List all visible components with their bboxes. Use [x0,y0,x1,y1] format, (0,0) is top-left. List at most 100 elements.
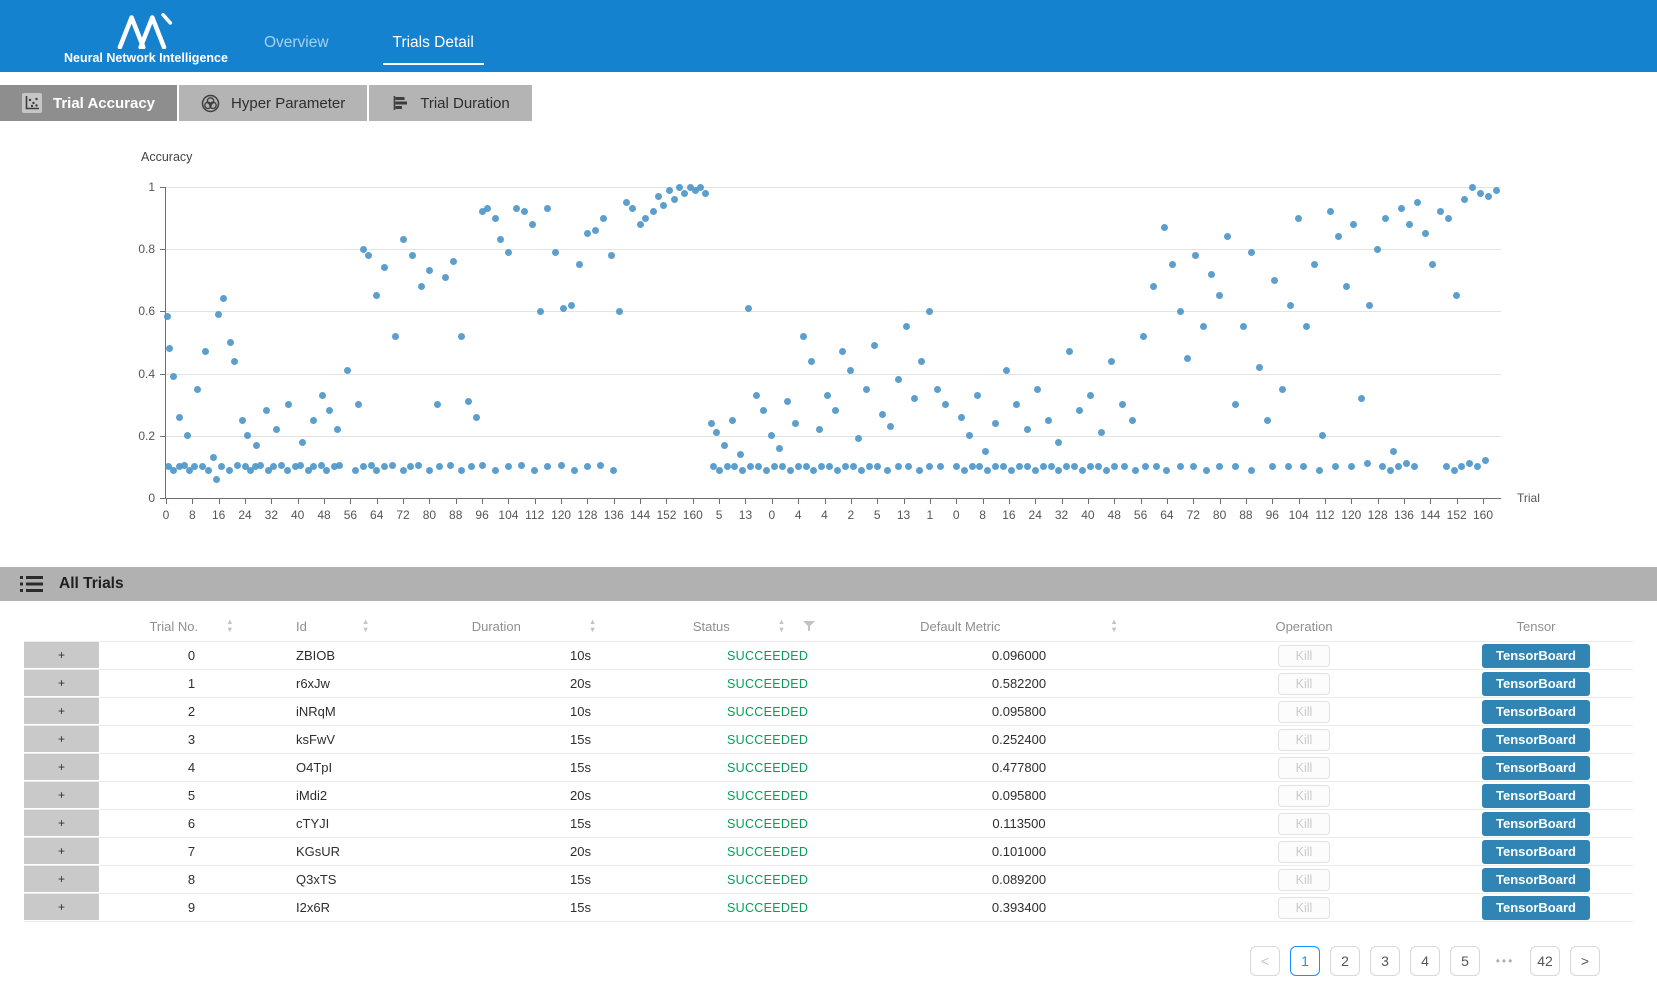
tensorboard-button[interactable]: TensorBoard [1482,840,1590,864]
scatter-point [992,420,999,427]
scatter-point [544,205,551,212]
kill-button[interactable]: Kill [1278,841,1330,863]
pagination-page-3[interactable]: 3 [1370,946,1400,976]
expand-row-button[interactable]: + [24,726,99,752]
pagination-page-2[interactable]: 2 [1330,946,1360,976]
expand-row-button[interactable]: + [24,838,99,864]
tensorboard-button[interactable]: TensorBoard [1482,896,1590,920]
default-metric-cell: 0.113500 [869,816,1169,831]
expand-row-button[interactable]: + [24,754,99,780]
scatter-point [484,205,491,212]
kill-button[interactable]: Kill [1278,897,1330,919]
default-metric-cell: 0.252400 [869,732,1169,747]
nav-trials-detail[interactable]: Trials Detail [393,30,474,56]
pagination-page-4[interactable]: 4 [1410,946,1440,976]
tensorboard-button[interactable]: TensorBoard [1482,700,1590,724]
tensorboard-button[interactable]: TensorBoard [1482,728,1590,752]
scatter-point [1192,252,1199,259]
tab-trial-duration[interactable]: Trial Duration [369,85,531,121]
scatter-point [879,411,886,418]
x-tick-mark [1114,498,1115,504]
tensorboard-button[interactable]: TensorBoard [1482,672,1590,696]
tensorboard-button[interactable]: TensorBoard [1482,644,1590,668]
tensorboard-button[interactable]: TensorBoard [1482,812,1590,836]
tensorboard-button[interactable]: TensorBoard [1482,868,1590,892]
x-tick-label: 96 [475,508,488,522]
x-tick-label: 104 [1289,508,1309,522]
expand-row-button[interactable]: + [24,698,99,724]
filter-icon[interactable] [803,621,815,632]
kill-button[interactable]: Kill [1278,701,1330,723]
kill-button[interactable]: Kill [1278,869,1330,891]
duration-cell: 15s [429,900,639,915]
pagination-next-button[interactable]: > [1570,946,1600,976]
sort-icon[interactable] [362,619,369,633]
kill-button[interactable]: Kill [1278,813,1330,835]
duration-cell: 20s [429,676,639,691]
scatter-point [176,414,183,421]
scatter-point [1319,432,1326,439]
scatter-point [194,386,201,393]
scatter-point [226,467,233,474]
trial-no-cell: 6 [99,816,284,831]
pagination-page-5[interactable]: 5 [1450,946,1480,976]
x-tick-label: 40 [1081,508,1094,522]
sort-icon[interactable] [589,619,596,633]
scatter-point [1079,467,1086,474]
x-tick-label: 8 [979,508,986,522]
scatter-point [816,426,823,433]
kill-button[interactable]: Kill [1278,757,1330,779]
sort-icon[interactable] [778,619,785,633]
scatter-point [434,401,441,408]
expand-row-button[interactable]: + [24,866,99,892]
expand-row-button[interactable]: + [24,894,99,920]
x-tick-mark [1457,498,1458,504]
kill-button[interactable]: Kill [1278,645,1330,667]
x-tick-label: 112 [1315,508,1334,522]
scatter-point [442,274,449,281]
trial-id-cell: iNRqM [284,704,429,719]
scatter-point [1271,277,1278,284]
scatter-point [1451,467,1458,474]
expand-row-button[interactable]: + [24,670,99,696]
pagination-page-1[interactable]: 1 [1290,946,1320,976]
scatter-point [191,463,198,470]
expand-row-button[interactable]: + [24,782,99,808]
tensorboard-button[interactable]: TensorBoard [1482,784,1590,808]
scatter-point [755,463,762,470]
x-tick-label: 5 [874,508,881,522]
scatter-point [1071,463,1078,470]
kill-button[interactable]: Kill [1278,673,1330,695]
scatter-point [818,463,825,470]
y-tick-label: 1 [148,180,155,194]
scatter-point [976,463,983,470]
x-tick-mark [1404,498,1405,504]
kill-button[interactable]: Kill [1278,729,1330,751]
duration-cell: 15s [429,760,639,775]
tensorboard-button[interactable]: TensorBoard [1482,756,1590,780]
kill-button[interactable]: Kill [1278,785,1330,807]
expand-row-button[interactable]: + [24,642,99,668]
sort-icon[interactable] [1110,619,1117,633]
sort-icon[interactable] [226,619,233,633]
scatter-point [418,283,425,290]
nav-overview[interactable]: Overview [264,30,329,56]
scatter-point [373,292,380,299]
tab-hyper-parameter[interactable]: Hyper Parameter [179,85,367,121]
x-tick-mark [983,498,984,504]
expand-row-button[interactable]: + [24,810,99,836]
pagination-prev-button[interactable]: < [1250,946,1280,976]
default-metric-cell: 0.095800 [869,788,1169,803]
scatter-point [937,463,944,470]
nni-app: Neural Network Intelligence Overview Tri… [0,0,1657,984]
scatter-point [560,305,567,312]
tab-trial-accuracy[interactable]: Trial Accuracy [0,85,177,121]
column-label: Id [296,619,307,634]
pagination-ellipsis: ••• [1490,946,1520,976]
x-tick-mark [877,498,878,504]
pagination-page-last[interactable]: 42 [1530,946,1560,976]
x-tick-mark [1483,498,1484,504]
scatter-chart-icon [22,93,42,113]
trial-no-cell: 3 [99,732,284,747]
scatter-point [903,323,910,330]
